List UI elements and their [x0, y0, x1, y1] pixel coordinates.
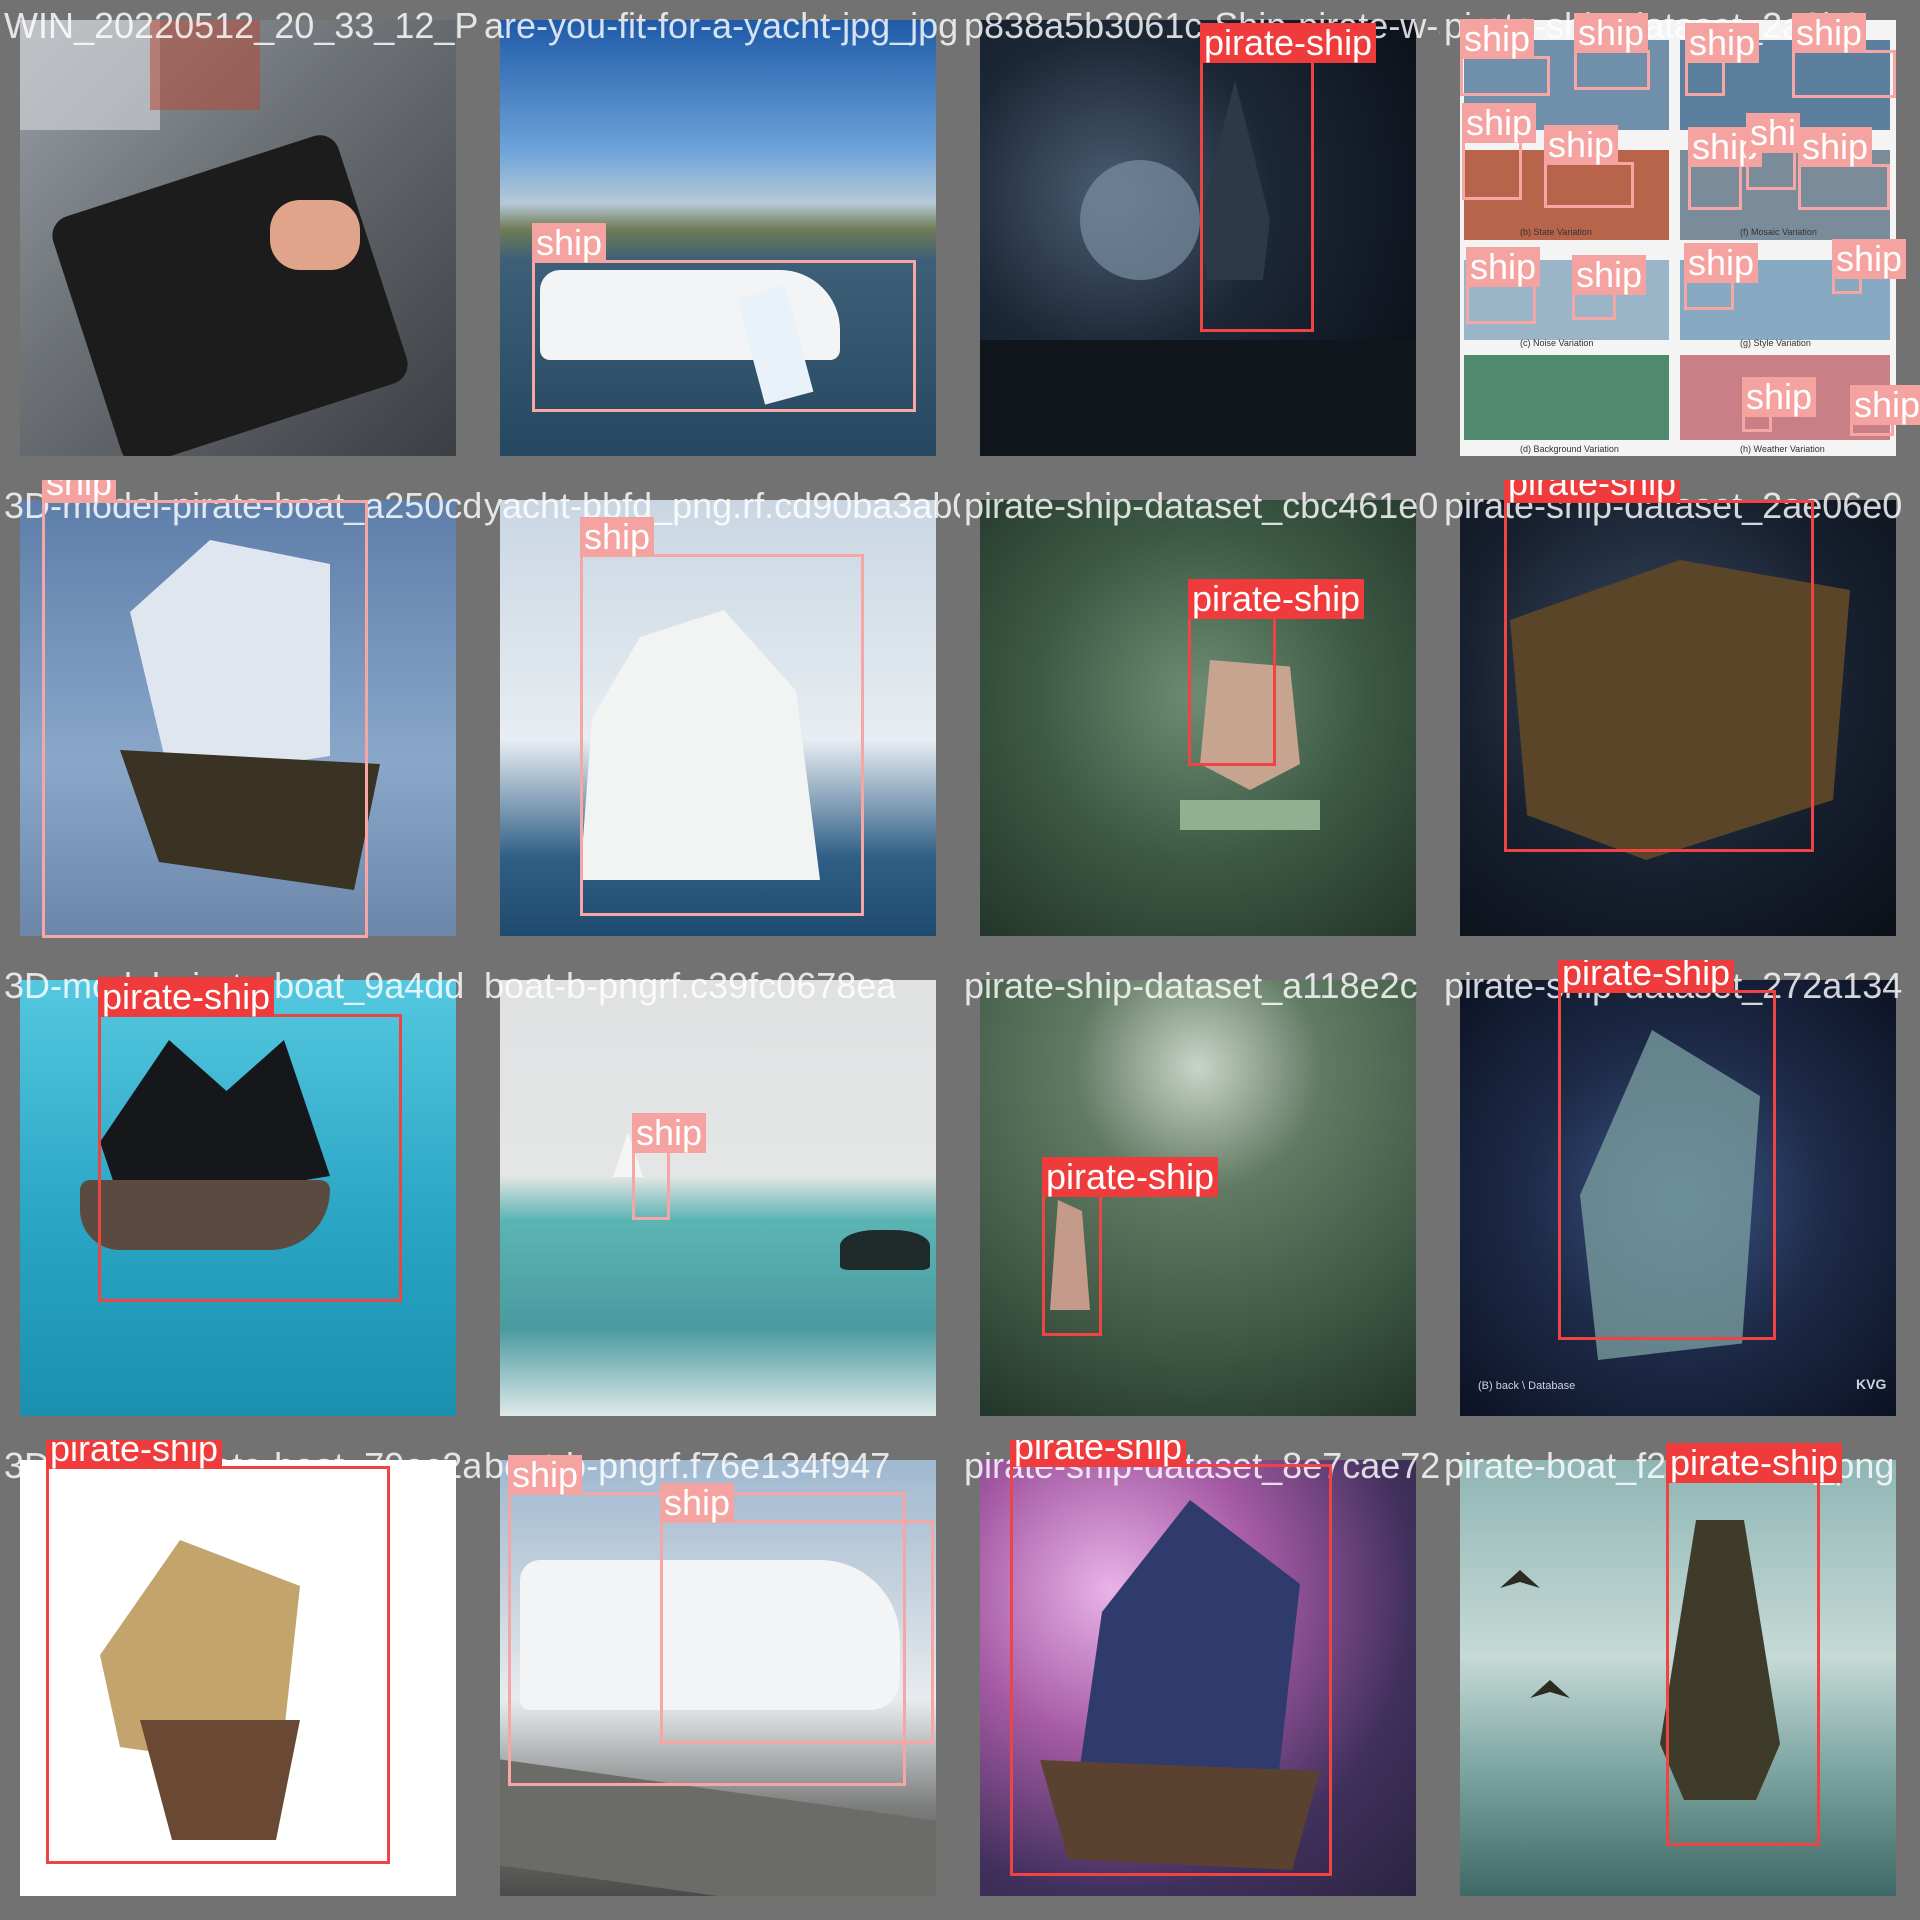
- detection-label: ship: [532, 223, 607, 263]
- detection-box: ship: [42, 480, 368, 938]
- detection-box: ship: [1462, 103, 1537, 200]
- detection-box: ship: [532, 223, 916, 412]
- detection-box: shi: [1746, 113, 1801, 190]
- image-filename: are-you-fit-for-a-yacht-jpg_jpg.rf.87b62…: [484, 5, 960, 46]
- detection-label: ship: [1574, 13, 1649, 53]
- mosaic-tile: (b) State Variation (c) Noise Variation …: [1440, 0, 1920, 480]
- detection-label: pirate-ship: [1010, 1440, 1187, 1467]
- detection-label: pirate-ship: [1558, 960, 1735, 993]
- detection-box: pirate-ship: [1188, 579, 1365, 766]
- detection-label: ship: [1462, 103, 1537, 143]
- footer-text: (B) back \ Database: [1478, 1380, 1576, 1392]
- panel-caption: (h) Weather Variation: [1740, 444, 1825, 454]
- detection-box: ship: [1466, 247, 1541, 324]
- detection-box: pirate-ship: [1666, 1443, 1843, 1846]
- detection-label: shi: [1746, 113, 1801, 153]
- detection-label: ship: [1572, 255, 1647, 295]
- detection-box: ship: [1742, 377, 1817, 432]
- detection-label: ship: [1798, 127, 1873, 167]
- image-filename: pirate-ship-dataset_cbc461e0: [964, 485, 1439, 526]
- image-filename: yacht-bbfd_png.rf.cd90ba3ab08533: [484, 485, 960, 526]
- detection-label: pirate-ship: [1042, 1157, 1219, 1197]
- mosaic-tile: pirate-ship-dataset_2ae06e0 pirate-ship: [1440, 480, 1920, 960]
- mosaic-tile: 3D-model-pirate-boat_9a4dd pirate-ship: [0, 960, 480, 1440]
- mosaic-tile: pirate-boat_f2e5f7877c_png pirate-ship: [1440, 1440, 1920, 1920]
- detection-label: ship: [1544, 125, 1619, 165]
- detection-box: ship: [632, 1113, 707, 1220]
- detection-label: pirate-ship: [98, 977, 275, 1017]
- detection-box: ship: [1544, 125, 1634, 208]
- detection-label: ship: [1685, 23, 1760, 63]
- detection-label: ship: [660, 1483, 735, 1523]
- detection-label: ship: [1850, 385, 1920, 425]
- mosaic-tile: WIN_20220512_20_33_12_Pro_jpg.rf.9ca3e0a…: [0, 0, 480, 480]
- detection-label: pirate-ship: [1200, 23, 1377, 63]
- detection-box: ship: [1684, 243, 1759, 310]
- detection-label: pirate-ship: [1188, 579, 1365, 619]
- mosaic-tile: pirate-ship-dataset_cbc461e0 pirate-ship: [960, 480, 1440, 960]
- tile-image: [500, 980, 936, 1416]
- panel-caption: (d) Background Variation: [1520, 444, 1619, 454]
- panel-caption: (c) Noise Variation: [1520, 338, 1594, 348]
- image-filename: boat-b-pngrf.c39fc0678ea: [484, 965, 897, 1006]
- detection-label: pirate-ship: [1504, 480, 1681, 503]
- detection-box: pirate-ship: [1504, 480, 1814, 852]
- detection-label: ship: [1684, 243, 1759, 283]
- detection-label: ship: [508, 1455, 583, 1495]
- detection-box: ship: [1574, 13, 1650, 90]
- panel-caption: (b) State Variation: [1520, 227, 1592, 237]
- image-filename: WIN_20220512_20_33_12_Pro_jpg.rf.9ca3e0a…: [4, 5, 480, 46]
- detection-label: ship: [1466, 247, 1541, 287]
- detection-box: ship: [1798, 127, 1890, 210]
- detection-box: ship: [1685, 23, 1760, 96]
- detection-label: pirate-ship: [1666, 1443, 1843, 1483]
- detection-box: ship: [1572, 255, 1647, 320]
- tile-image: [980, 20, 1416, 456]
- detection-label: ship: [1832, 239, 1907, 279]
- detection-label: ship: [42, 480, 117, 503]
- detection-label: ship: [632, 1113, 707, 1153]
- detection-box: pirate-ship: [1558, 960, 1776, 1340]
- mosaic-tile: boat-b-pngrf.f76e134f947 ship ship: [480, 1440, 960, 1920]
- detection-box: pirate-ship: [1042, 1157, 1219, 1336]
- mosaic-tile: yacht-bbfd_png.rf.cd90ba3ab08533 ship: [480, 480, 960, 960]
- detection-box: pirate-ship: [1200, 23, 1377, 332]
- mosaic-tile: p838a5b3061c-Ship-pirate-w-a3a66d0e7dbc …: [960, 0, 1440, 480]
- detection-box: ship: [1832, 239, 1907, 294]
- detection-label: ship: [1460, 19, 1535, 59]
- detection-label: pirate-ship: [46, 1440, 223, 1469]
- mosaic-tile: pirate-ship-dataset_8e7cae72d2 pirate-sh…: [960, 1440, 1440, 1920]
- detection-label: ship: [1792, 13, 1867, 53]
- detection-label: ship: [580, 517, 655, 557]
- detection-box: pirate-ship: [1010, 1440, 1332, 1876]
- mosaic-tile: 3D-model-pirate-boat_79ec2a1763 pirate-s…: [0, 1440, 480, 1920]
- training-batch-mosaic: WIN_20220512_20_33_12_Pro_jpg.rf.9ca3e0a…: [0, 0, 1920, 1920]
- detection-label: ship: [1742, 377, 1817, 417]
- mosaic-tile: boat-b-pngrf.c39fc0678ea ship: [480, 960, 960, 1440]
- detection-box: ship: [1850, 385, 1920, 436]
- tile-image: [20, 20, 456, 456]
- panel-caption: (f) Mosaic Variation: [1740, 227, 1817, 237]
- detection-box: ship: [1688, 127, 1763, 210]
- detection-box: pirate-ship: [46, 1440, 390, 1864]
- detection-box: ship: [1460, 19, 1550, 96]
- mosaic-tile: KVG (B) back \ Database pirate-ship-data…: [1440, 960, 1920, 1440]
- mosaic-tile: 3D-model-pirate-boat_a250cd41fb_bd4f5952…: [0, 480, 480, 960]
- detection-box: ship: [580, 517, 864, 916]
- mosaic-tile: pirate-ship-dataset_a118e2c pirate-ship: [960, 960, 1440, 1440]
- detection-box: ship: [660, 1483, 934, 1744]
- panel-caption: (g) Style Variation: [1740, 338, 1811, 348]
- mosaic-tile: are-you-fit-for-a-yacht-jpg_jpg.rf.87b62…: [480, 0, 960, 480]
- detection-box: pirate-ship: [98, 977, 402, 1302]
- detection-box: ship: [1792, 13, 1896, 98]
- logo-text: KVG: [1856, 1376, 1887, 1392]
- image-filename: pirate-ship-dataset_a118e2c: [964, 965, 1418, 1006]
